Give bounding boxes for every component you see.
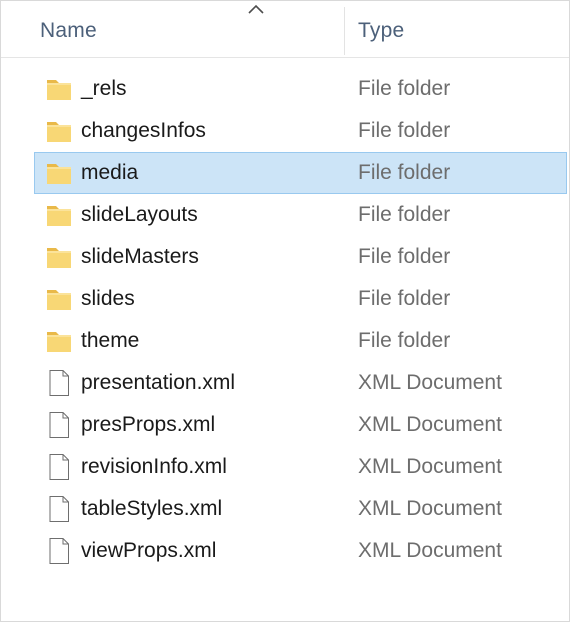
item-name: changesInfos <box>81 119 206 142</box>
item-type: File folder <box>358 287 451 310</box>
item-type: File folder <box>358 245 451 268</box>
item-name: tableStyles.xml <box>81 497 223 520</box>
document-icon <box>44 494 74 524</box>
chevron-up-icon[interactable] <box>247 3 265 15</box>
list-item[interactable]: theme File folder <box>34 320 567 362</box>
list-item[interactable]: _rels File folder <box>34 68 567 110</box>
folder-icon <box>44 284 74 314</box>
item-name: theme <box>81 329 140 352</box>
folder-icon <box>44 158 74 188</box>
item-name: media <box>81 161 139 184</box>
document-icon <box>44 452 74 482</box>
name-column-header[interactable]: Name <box>40 19 97 43</box>
list-item[interactable]: presentation.xml XML Document <box>34 362 567 404</box>
item-name: slides <box>81 287 135 310</box>
list-item[interactable]: presProps.xml XML Document <box>34 404 567 446</box>
folder-icon <box>44 200 74 230</box>
file-list-pane: Name Type _rels File folder changesInfos Fi… <box>0 0 570 622</box>
item-name: revisionInfo.xml <box>81 455 227 478</box>
folder-icon <box>44 326 74 356</box>
item-type: File folder <box>358 77 451 100</box>
list-item[interactable]: revisionInfo.xml XML Document <box>34 446 567 488</box>
list-item[interactable]: viewProps.xml XML Document <box>34 530 567 572</box>
folder-icon <box>44 242 74 272</box>
item-name: _rels <box>81 77 127 100</box>
item-type: XML Document <box>358 413 502 436</box>
type-column-header[interactable]: Type <box>358 19 404 43</box>
item-type: File folder <box>358 119 451 142</box>
item-name: presProps.xml <box>81 413 216 436</box>
item-name: slideLayouts <box>81 203 198 226</box>
item-name: viewProps.xml <box>81 539 217 562</box>
item-name: slideMasters <box>81 245 199 268</box>
item-name: presentation.xml <box>81 371 236 394</box>
document-icon <box>44 410 74 440</box>
list-item[interactable]: slides File folder <box>34 278 567 320</box>
document-icon <box>44 368 74 398</box>
list-item[interactable]: tableStyles.xml XML Document <box>34 488 567 530</box>
column-header-bar: Name Type <box>1 1 569 58</box>
folder-icon <box>44 74 74 104</box>
item-type: XML Document <box>358 371 502 394</box>
item-type: File folder <box>358 203 451 226</box>
document-icon <box>44 536 74 566</box>
item-type: File folder <box>358 161 451 184</box>
item-type: XML Document <box>358 455 502 478</box>
list-item[interactable]: changesInfos File folder <box>34 110 567 152</box>
item-type: XML Document <box>358 539 502 562</box>
list-item[interactable]: slideLayouts File folder <box>34 194 567 236</box>
item-type: File folder <box>358 329 451 352</box>
column-divider[interactable] <box>344 7 345 55</box>
item-type: XML Document <box>358 497 502 520</box>
folder-icon <box>44 116 74 146</box>
list-item[interactable]: media File folder <box>34 152 567 194</box>
list-item[interactable]: slideMasters File folder <box>34 236 567 278</box>
